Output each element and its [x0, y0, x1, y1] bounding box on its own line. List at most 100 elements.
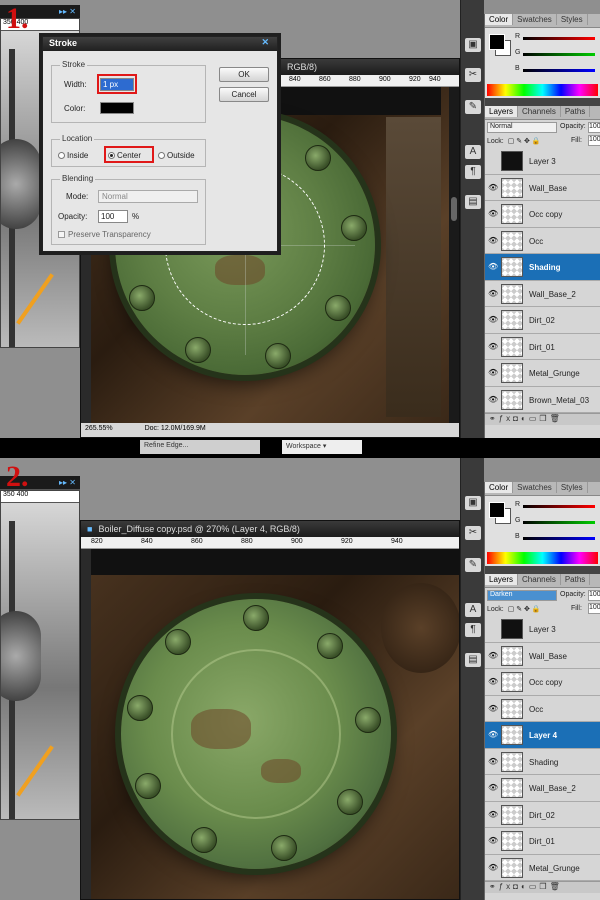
- image-canvas[interactable]: [91, 549, 459, 899]
- layer-row[interactable]: 👁 Metal_Grunge: [485, 360, 600, 387]
- layer-row[interactable]: 👁 Occ: [485, 695, 600, 722]
- eye-icon[interactable]: 👁: [488, 209, 498, 219]
- window-controls-icon[interactable]: ▸▸ ✕: [59, 7, 76, 16]
- adjustment-icon[interactable]: ◐: [521, 882, 529, 891]
- layer-row[interactable]: 👁 Wall_Base_2: [485, 775, 600, 802]
- folder-icon[interactable]: ▭: [529, 414, 540, 423]
- lock-icons[interactable]: ▢ ✎ ✥ 🔒: [508, 606, 541, 613]
- link-icon[interactable]: ⚭: [489, 882, 499, 891]
- layer-row[interactable]: 👁 Brown_Metal_03: [485, 386, 600, 413]
- eye-icon[interactable]: 👁: [488, 368, 498, 378]
- foreground-swatch[interactable]: [489, 502, 505, 518]
- layer-row[interactable]: 👁 Wall_Base: [485, 174, 600, 201]
- eye-icon[interactable]: 👁: [488, 262, 498, 272]
- eye-icon[interactable]: 👁: [488, 342, 498, 352]
- folder-icon[interactable]: ▭: [529, 882, 540, 891]
- trash-icon[interactable]: 🗑: [550, 882, 563, 891]
- layer-row[interactable]: 👁 Metal_Grunge: [485, 854, 600, 881]
- layer-row[interactable]: 👁 Shading: [485, 254, 600, 281]
- move-tool-icon[interactable]: ✂: [465, 68, 481, 82]
- opacity-input[interactable]: 100: [98, 210, 128, 223]
- eye-icon[interactable]: 👁: [488, 836, 498, 846]
- opacity-field[interactable]: 100: [588, 590, 600, 601]
- layer-row[interactable]: 👁 Dirt_01: [485, 828, 600, 855]
- ok-button[interactable]: OK: [219, 67, 269, 82]
- eye-icon[interactable]: 👁: [488, 757, 498, 767]
- eye-icon[interactable]: 👁: [488, 677, 498, 687]
- mask-icon[interactable]: ◘: [513, 882, 521, 891]
- tab-color[interactable]: Color: [485, 482, 514, 493]
- move-tool-icon[interactable]: ✂: [465, 526, 481, 540]
- dialog-title[interactable]: Stroke ✕: [43, 37, 277, 51]
- layer-row[interactable]: Layer 3: [485, 616, 600, 643]
- layer-row[interactable]: 👁 Wall_Base_2: [485, 280, 600, 307]
- opacity-field[interactable]: 100: [588, 122, 600, 133]
- eye-icon[interactable]: 👁: [488, 236, 498, 246]
- mode-select[interactable]: Normal: [98, 190, 198, 203]
- vertical-scrollbar[interactable]: [449, 87, 459, 423]
- zoom-level[interactable]: 265.55%: [85, 425, 113, 432]
- eye-icon[interactable]: 👁: [488, 783, 498, 793]
- tab-color[interactable]: Color: [485, 14, 514, 25]
- layer-row[interactable]: Layer 3: [485, 148, 600, 175]
- tab-swatches[interactable]: Swatches: [513, 482, 557, 493]
- color-panel-icon[interactable]: ▣: [465, 496, 481, 510]
- eye-icon[interactable]: 👁: [488, 704, 498, 714]
- eye-icon[interactable]: 👁: [488, 730, 498, 740]
- text-tool-icon[interactable]: A: [465, 145, 481, 159]
- window-controls-icon[interactable]: ▸▸ ✕: [59, 478, 76, 487]
- tab-channels[interactable]: Channels: [518, 106, 561, 117]
- fill-field[interactable]: 100: [588, 603, 600, 614]
- layer-row[interactable]: 👁 Layer 4: [485, 722, 600, 749]
- layer-row[interactable]: 👁 Shading: [485, 748, 600, 775]
- layer-row[interactable]: 👁 Dirt_01: [485, 333, 600, 360]
- foreground-swatch[interactable]: [489, 34, 505, 50]
- layer-row[interactable]: 👁 Wall_Base: [485, 642, 600, 669]
- tab-swatches[interactable]: Swatches: [513, 14, 557, 25]
- layers-panel-icon[interactable]: ▤: [465, 195, 481, 209]
- color-swatch[interactable]: [100, 102, 134, 114]
- refine-edge-button[interactable]: Refine Edge...: [140, 440, 260, 454]
- tab-layers[interactable]: Layers: [485, 106, 519, 117]
- eye-icon[interactable]: 👁: [488, 863, 498, 873]
- paragraph-icon[interactable]: ¶: [465, 623, 481, 637]
- blend-mode-select[interactable]: Normal: [487, 122, 557, 133]
- blend-mode-select[interactable]: Darken: [487, 590, 557, 601]
- paragraph-icon[interactable]: ¶: [465, 165, 481, 179]
- mask-icon[interactable]: ◘: [513, 414, 521, 423]
- tab-paths[interactable]: Paths: [561, 106, 591, 117]
- layer-row[interactable]: 👁 Occ copy: [485, 669, 600, 696]
- radio-icon[interactable]: [58, 152, 65, 159]
- fx-icon[interactable]: ƒx: [499, 414, 513, 423]
- link-icon[interactable]: ⚭: [489, 414, 499, 423]
- layers-panel-icon[interactable]: ▤: [465, 653, 481, 667]
- tab-styles[interactable]: Styles: [557, 482, 588, 493]
- layer-row[interactable]: 👁 Occ: [485, 227, 600, 254]
- tab-channels[interactable]: Channels: [518, 574, 561, 585]
- fill-field[interactable]: 100: [588, 135, 600, 146]
- layer-row[interactable]: 👁 Occ copy: [485, 201, 600, 228]
- checkbox-icon[interactable]: [58, 231, 65, 238]
- new-layer-icon[interactable]: ❐: [539, 882, 549, 891]
- color-panel-icon[interactable]: ▣: [465, 38, 481, 52]
- layer-row[interactable]: 👁 Dirt_02: [485, 801, 600, 828]
- adjustment-icon[interactable]: ◐: [521, 414, 529, 423]
- tab-styles[interactable]: Styles: [557, 14, 588, 25]
- eye-icon[interactable]: [488, 624, 498, 634]
- eye-icon[interactable]: 👁: [488, 810, 498, 820]
- cancel-button[interactable]: Cancel: [219, 87, 269, 102]
- new-layer-icon[interactable]: ❐: [539, 414, 549, 423]
- eye-icon[interactable]: [488, 156, 498, 166]
- eye-icon[interactable]: 👁: [488, 183, 498, 193]
- radio-icon[interactable]: [158, 152, 165, 159]
- brush-icon[interactable]: ✎: [465, 100, 481, 114]
- inside-radio[interactable]: Inside: [58, 151, 88, 160]
- scrollbar-thumb[interactable]: [451, 197, 457, 221]
- workspace-menu[interactable]: Workspace ▾: [282, 440, 362, 454]
- close-icon[interactable]: ✕: [261, 37, 269, 48]
- eye-icon[interactable]: 👁: [488, 289, 498, 299]
- eye-icon[interactable]: 👁: [488, 651, 498, 661]
- color-spectrum[interactable]: [487, 84, 598, 96]
- brush-icon[interactable]: ✎: [465, 558, 481, 572]
- tab-layers[interactable]: Layers: [485, 574, 519, 585]
